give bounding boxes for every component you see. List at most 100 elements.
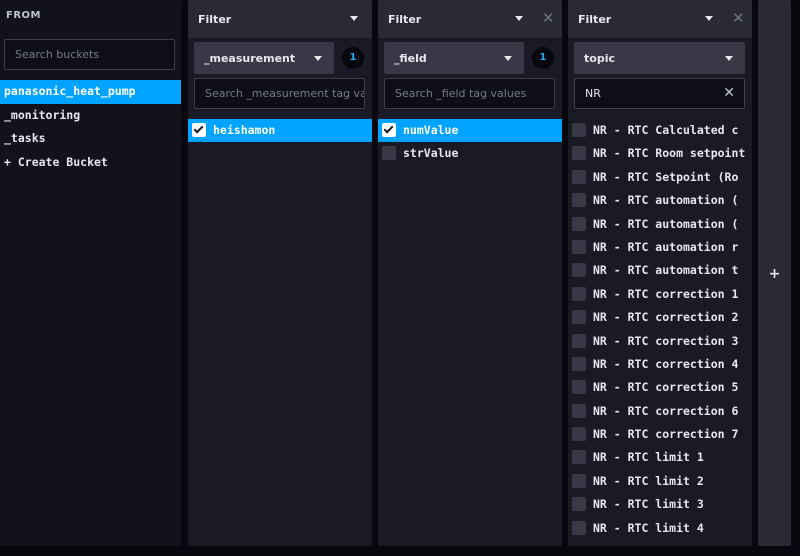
checkbox[interactable] [572,146,586,161]
tag-value-label: NR - RTC Calculated c [593,123,739,137]
tag-value-label: NR - RTC correction 5 [593,380,739,395]
checkbox[interactable] [572,497,586,512]
tag-value-label: heishamon [213,123,276,137]
close-icon[interactable]: ✕ [542,9,555,27]
key-dropdown-label: _measurement [204,52,296,65]
tag-value-row[interactable]: heishamon [188,119,372,143]
tag-value-row[interactable]: NR - RTC correction 6 [568,400,752,423]
bucket-item-tasks[interactable]: _tasks [0,127,181,151]
add-filter-panel[interactable]: + [758,0,791,546]
tag-search-input[interactable]: NR ✕ [574,78,745,109]
tag-value-row[interactable]: NR - RTC correction 7 [568,423,752,446]
tag-value-label: NR - RTC Room setpoint [593,146,746,161]
from-title: FROM [6,10,41,21]
bucket-item-panasonic-heat-pump[interactable]: panasonic_heat_pump [0,80,181,104]
tag-value-label: strValue [403,146,459,161]
tag-value-row[interactable]: NR - RTC automation t [568,259,752,282]
tag-value-row[interactable]: NR - RTC correction 2 [568,306,752,329]
key-dropdown-label: _field [394,52,427,65]
tag-value-label: NR - RTC automation r [593,239,739,254]
tag-value-label: NR - RTC limit 3 [593,497,704,512]
tag-value-label: NR - RTC automation ( [593,193,739,208]
tag-value-row[interactable]: NR - RTC limit 1 [568,446,752,469]
tag-value-label: NR - RTC correction 3 [593,333,739,348]
tag-value-list: heishamon [188,119,372,143]
filter-title: Filter [388,13,422,26]
filter-title: Filter [198,13,232,26]
filter-header: Filter ✕ [378,0,562,38]
tag-value-row[interactable]: NR - RTC correction 4 [568,353,752,376]
chevron-down-icon[interactable] [705,16,713,21]
checkbox[interactable] [572,310,586,325]
tag-value-row[interactable]: NR - RTC automation r [568,236,752,259]
checkbox[interactable] [572,380,586,395]
checkbox[interactable] [572,356,586,371]
filter-title: Filter [578,13,612,26]
tag-search-input[interactable]: Search _measurement tag va [194,78,365,109]
tag-value-row[interactable]: NR - RTC limit 2 [568,470,752,493]
add-filter-icon[interactable]: + [758,266,791,282]
close-icon[interactable]: ✕ [732,9,745,27]
chevron-down-icon [725,56,733,61]
checkbox[interactable] [572,520,586,535]
checkbox[interactable] [572,123,586,137]
checkbox[interactable] [572,216,586,231]
bucket-search-input[interactable]: Search buckets [4,39,175,70]
checkbox[interactable] [382,146,396,161]
tag-value-label: NR - RTC correction 4 [593,356,739,371]
tag-value-row[interactable]: NR - RTC correction 5 [568,376,752,399]
tag-value-row[interactable]: NR - RTC correction 1 [568,283,752,306]
create-bucket-button[interactable]: + Create Bucket [0,151,181,175]
check-icon [383,123,394,134]
checkbox[interactable] [572,333,586,348]
checkbox[interactable] [572,286,586,301]
tag-search-value: NR [585,87,601,100]
checkbox[interactable] [572,193,586,208]
checkbox[interactable] [572,427,586,442]
tag-value-label: NR - RTC correction 7 [593,427,739,442]
checkbox-checked[interactable] [382,123,396,137]
tag-value-row[interactable]: NR - RTC limit 3 [568,493,752,516]
key-dropdown[interactable]: _field [384,42,524,74]
tag-value-label: NR - RTC automation ( [593,216,739,231]
tag-value-label: NR - RTC limit 1 [593,450,704,465]
selected-count-badge: 1 [342,47,364,69]
tag-value-row[interactable]: NR - RTC automation ( [568,213,752,236]
tag-value-label: NR - RTC limit 2 [593,473,704,488]
tag-value-row[interactable]: NR - RTC Setpoint (Ro [568,166,752,189]
tag-value-list: NR - RTC Calculated c NR - RTC Room setpo… [568,119,752,540]
chevron-down-icon[interactable] [350,16,358,21]
checkbox-checked[interactable] [192,123,206,137]
from-panel: FROM Search buckets panasonic_heat_pump … [0,0,181,546]
chevron-down-icon [504,56,512,61]
checkbox[interactable] [572,473,586,488]
bucket-item-monitoring[interactable]: _monitoring [0,104,181,128]
checkbox[interactable] [572,403,586,418]
tag-value-row[interactable]: NR - RTC Calculated c [568,119,752,142]
filter-header: Filter ✕ [568,0,752,38]
checkbox[interactable] [572,239,586,254]
clear-icon[interactable]: ✕ [723,79,735,108]
chevron-down-icon[interactable] [515,16,523,21]
key-dropdown[interactable]: topic [574,42,745,74]
tag-value-label: numValue [403,123,459,137]
selected-count-badge: 1 [532,47,554,69]
checkbox[interactable] [572,169,586,184]
tag-value-row[interactable]: numValue [378,119,562,143]
tag-value-row[interactable]: NR - RTC limit 4 [568,517,752,540]
key-dropdown[interactable]: _measurement [194,42,334,74]
tag-value-label: NR - RTC Setpoint (Ro [593,169,739,184]
filter-panel-topic: Filter ✕ topic NR ✕ NR - RTC Calculated … [568,0,752,546]
checkbox[interactable] [572,263,586,278]
tag-value-row[interactable]: strValue [378,142,562,165]
tag-value-list: numValue strValue [378,119,562,166]
tag-value-label: NR - RTC correction 2 [593,310,739,325]
tag-search-input[interactable]: Search _field tag values [384,78,555,109]
tag-value-row[interactable]: NR - RTC automation ( [568,189,752,212]
tag-value-row[interactable]: NR - RTC correction 3 [568,330,752,353]
key-dropdown-label: topic [584,52,615,65]
chevron-down-icon [314,56,322,61]
filter-header: Filter [188,0,372,38]
tag-value-row[interactable]: NR - RTC Room setpoint [568,142,752,165]
checkbox[interactable] [572,450,586,465]
